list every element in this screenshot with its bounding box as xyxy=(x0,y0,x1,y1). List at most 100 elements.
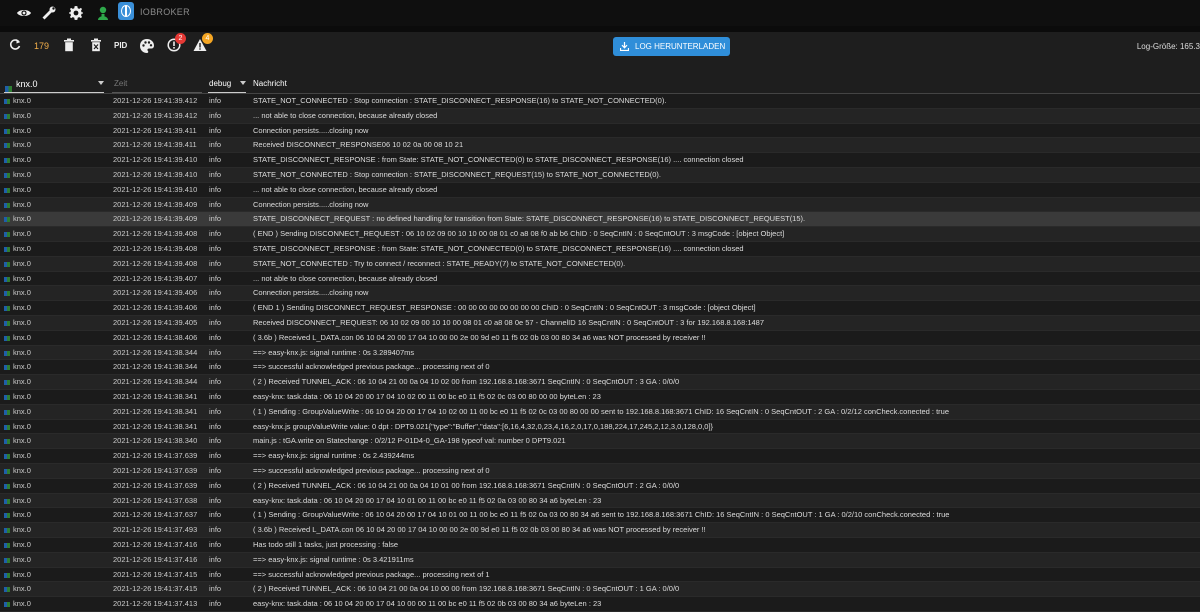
instance-icon xyxy=(4,528,10,534)
log-instance: knx.0 xyxy=(13,406,31,416)
log-instance: knx.0 xyxy=(13,288,31,298)
log-row[interactable]: knx.0 2021-12-26 19:41:39.410 info STATE_DI… xyxy=(0,153,1200,168)
log-instance: knx.0 xyxy=(13,391,31,401)
instance-filter-select[interactable]: knx.0 xyxy=(4,74,104,93)
log-time: 2021-12-26 19:41:38.340 xyxy=(113,436,198,446)
log-message: Received DISCONNECT_RESPONSE06 10 02 0a … xyxy=(253,140,464,150)
log-row[interactable]: knx.0 2021-12-26 19:41:39.406 info ( END 1 … xyxy=(0,301,1200,316)
log-level: info xyxy=(209,554,222,564)
log-message: STATE_NOT_CONNECTED : Try to connect / r… xyxy=(253,258,626,268)
log-instance: knx.0 xyxy=(13,377,31,387)
log-instance: knx.0 xyxy=(13,480,31,490)
palette-icon[interactable] xyxy=(139,38,155,54)
instance-icon xyxy=(4,261,10,267)
log-row[interactable]: knx.0 2021-12-26 19:41:39.412 info ... not … xyxy=(0,108,1200,124)
log-row[interactable]: knx.0 2021-12-26 19:41:38.344 info ==> easy… xyxy=(0,345,1200,361)
log-time: 2021-12-26 19:41:37.415 xyxy=(113,584,198,594)
log-time: 2021-12-26 19:41:37.639 xyxy=(113,451,198,461)
log-level: info xyxy=(209,377,222,387)
wrench-icon[interactable] xyxy=(41,5,57,21)
log-instance: knx.0 xyxy=(13,140,31,150)
log-message: ... not able to close connection, becaus… xyxy=(253,184,438,194)
log-row[interactable]: knx.0 2021-12-26 19:41:38.406 info ( 3.6b )… xyxy=(0,330,1200,346)
log-row[interactable]: knx.0 2021-12-26 19:41:37.639 info ==> succ… xyxy=(0,463,1200,479)
log-message: Has todo still 1 tasks, just processing … xyxy=(253,539,399,549)
log-row[interactable]: knx.0 2021-12-26 19:41:37.493 info ( 3.6b )… xyxy=(0,523,1200,538)
instance-icon xyxy=(4,365,10,371)
log-time: 2021-12-26 19:41:39.405 xyxy=(113,317,198,327)
log-row[interactable]: knx.0 2021-12-26 19:41:37.413 info easy-knx… xyxy=(0,597,1200,612)
log-row[interactable]: knx.0 2021-12-26 19:41:38.344 info ( 2 ) Re… xyxy=(0,375,1200,390)
log-time: 2021-12-26 19:41:38.341 xyxy=(113,421,198,431)
eye-icon[interactable] xyxy=(16,5,32,21)
log-time: 2021-12-26 19:41:39.410 xyxy=(113,169,198,179)
log-time: 2021-12-26 19:41:39.411 xyxy=(113,140,197,150)
log-row[interactable]: knx.0 2021-12-26 19:41:37.415 info ( 2 ) Re… xyxy=(0,582,1200,598)
instance-icon xyxy=(4,454,10,460)
time-filter-input[interactable]: Zeit xyxy=(112,74,202,93)
iobroker-logo[interactable] xyxy=(118,2,134,20)
log-level: info xyxy=(209,406,222,416)
log-time: 2021-12-26 19:41:37.639 xyxy=(113,480,198,490)
log-level: info xyxy=(209,539,222,549)
log-level: info xyxy=(209,391,222,401)
instance-icon xyxy=(5,79,12,92)
instance-icon xyxy=(4,158,10,164)
log-row[interactable]: knx.0 2021-12-26 19:41:37.639 info ( 2 ) Re… xyxy=(0,478,1200,494)
log-row[interactable]: knx.0 2021-12-26 19:41:37.637 info ( 1 ) Se… xyxy=(0,508,1200,524)
log-row[interactable]: knx.0 2021-12-26 19:41:39.410 info STATE_NO… xyxy=(0,167,1200,183)
log-row[interactable]: knx.0 2021-12-26 19:41:38.341 info easy-knx… xyxy=(0,419,1200,435)
log-instance: knx.0 xyxy=(13,155,31,165)
log-level: info xyxy=(209,125,222,135)
log-row[interactable]: knx.0 2021-12-26 19:41:38.341 info ( 1 ) Se… xyxy=(0,404,1200,420)
log-size: Log-Größe: 165.3 xyxy=(1136,42,1200,51)
log-instance: knx.0 xyxy=(13,243,31,253)
log-row[interactable]: knx.0 2021-12-26 19:41:39.405 info Received… xyxy=(0,315,1200,331)
log-instance: knx.0 xyxy=(13,110,31,120)
log-row[interactable]: knx.0 2021-12-26 19:41:39.409 info STATE_DI… xyxy=(0,212,1200,228)
instance-icon xyxy=(4,232,10,238)
instance-icon xyxy=(4,468,10,474)
trash-icon[interactable] xyxy=(64,38,74,54)
log-row[interactable]: knx.0 2021-12-26 19:41:39.408 info STATE_DI… xyxy=(0,241,1200,257)
log-row[interactable]: knx.0 2021-12-26 19:41:37.416 info Has todo… xyxy=(0,537,1200,553)
log-row[interactable]: knx.0 2021-12-26 19:41:37.639 info ==> easy… xyxy=(0,449,1200,464)
gear-icon[interactable] xyxy=(68,5,84,21)
user-icon[interactable] xyxy=(95,5,111,21)
instance-icon xyxy=(4,513,10,519)
log-row[interactable]: knx.0 2021-12-26 19:41:39.412 info STATE_NO… xyxy=(0,94,1200,109)
download-log-button[interactable]: LOG HERUNTERLADEN xyxy=(613,37,730,56)
log-instance: knx.0 xyxy=(13,421,31,431)
level-filter-select[interactable]: debug xyxy=(208,74,246,93)
instance-filter-value: knx.0 xyxy=(16,79,38,89)
log-row[interactable]: knx.0 2021-12-26 19:41:37.416 info ==> easy… xyxy=(0,552,1200,568)
log-row[interactable]: knx.0 2021-12-26 19:41:39.411 info Connecti… xyxy=(0,123,1200,139)
log-row[interactable]: knx.0 2021-12-26 19:41:37.415 info ==> succ… xyxy=(0,567,1200,583)
log-row[interactable]: knx.0 2021-12-26 19:41:39.410 info ... not … xyxy=(0,182,1200,198)
log-row[interactable]: knx.0 2021-12-26 19:41:39.411 info Received… xyxy=(0,138,1200,154)
log-level: info xyxy=(209,199,222,209)
log-instance: knx.0 xyxy=(13,125,31,135)
log-row[interactable]: knx.0 2021-12-26 19:41:38.340 info main.js … xyxy=(0,434,1200,450)
log-row[interactable]: knx.0 2021-12-26 19:41:39.406 info Connecti… xyxy=(0,286,1200,302)
log-row[interactable]: knx.0 2021-12-26 19:41:39.408 info ( END ) … xyxy=(0,227,1200,242)
chevron-down-icon xyxy=(240,81,246,85)
log-time: 2021-12-26 19:41:37.638 xyxy=(113,495,198,505)
instance-icon xyxy=(4,335,10,341)
log-instance: knx.0 xyxy=(13,332,31,342)
log-message: ==> successful acknowledged previous pac… xyxy=(253,362,490,372)
refresh-icon[interactable] xyxy=(9,38,21,54)
log-instance: knx.0 xyxy=(13,554,31,564)
log-row[interactable]: knx.0 2021-12-26 19:41:39.407 info ... not … xyxy=(0,271,1200,287)
log-time: 2021-12-26 19:41:38.406 xyxy=(113,332,198,342)
log-row[interactable]: knx.0 2021-12-26 19:41:38.341 info easy-knx… xyxy=(0,389,1200,405)
pid-toggle[interactable]: PID xyxy=(114,41,127,50)
log-row[interactable]: knx.0 2021-12-26 19:41:39.408 info STATE_NO… xyxy=(0,256,1200,272)
delete-all-icon[interactable] xyxy=(91,38,101,54)
log-row[interactable]: knx.0 2021-12-26 19:41:38.344 info ==> succ… xyxy=(0,360,1200,376)
log-instance: knx.0 xyxy=(13,362,31,372)
log-message: ( END ) Sending DISCONNECT_REQUEST : 06 … xyxy=(253,229,785,239)
log-row[interactable]: knx.0 2021-12-26 19:41:39.409 info Connecti… xyxy=(0,197,1200,213)
error-badge: 2 xyxy=(175,33,186,44)
log-row[interactable]: knx.0 2021-12-26 19:41:37.638 info easy-knx… xyxy=(0,493,1200,509)
